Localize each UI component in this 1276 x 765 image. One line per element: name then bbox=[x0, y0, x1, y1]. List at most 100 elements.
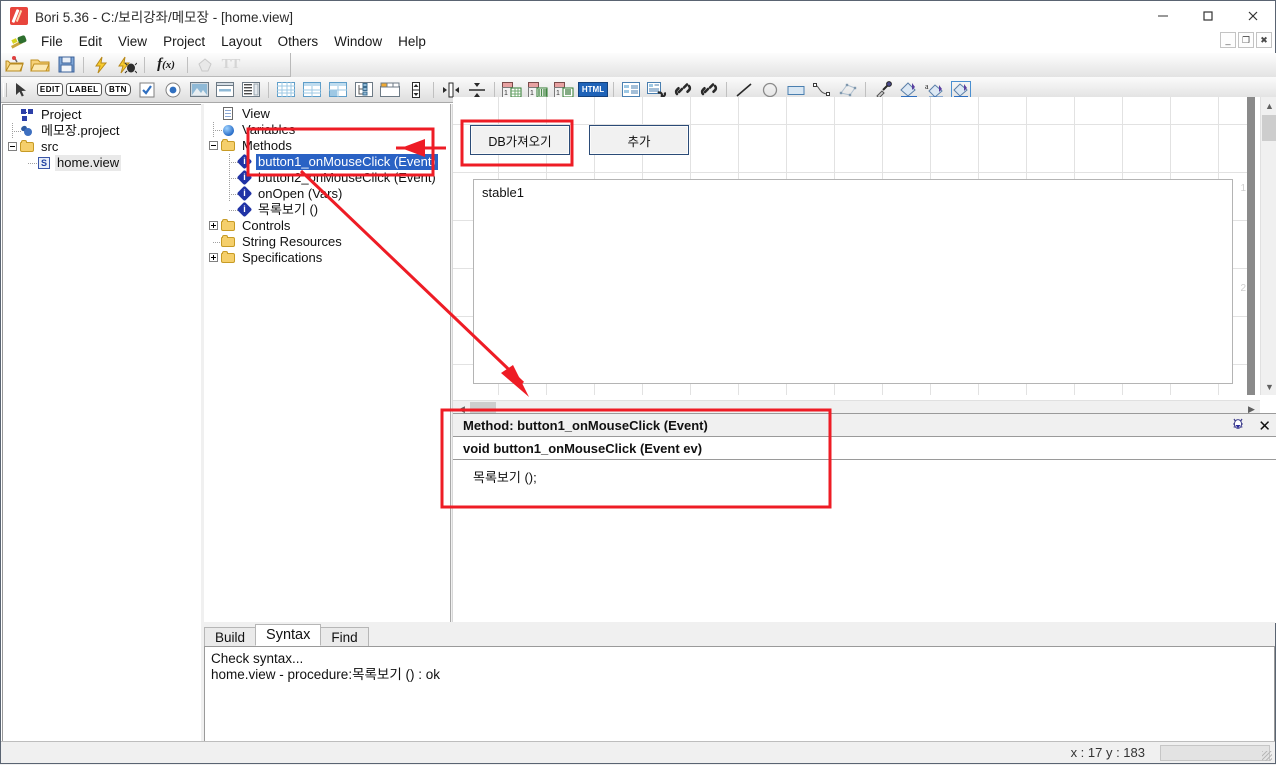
menu-view[interactable]: View bbox=[110, 32, 155, 51]
tree-row-variables[interactable]: Variables bbox=[208, 122, 450, 138]
tree-row-button1-onmouseclick[interactable]: button1_onMouseClick (Event) bbox=[208, 153, 450, 170]
tree-indent bbox=[224, 154, 238, 170]
open-folder-icon[interactable] bbox=[27, 54, 53, 76]
output-text-area[interactable]: Check syntax... home.view - procedure:목록… bbox=[204, 647, 1275, 742]
vscroll-thumb[interactable] bbox=[1262, 115, 1276, 141]
method-icon bbox=[236, 169, 253, 186]
menu-file[interactable]: File bbox=[33, 32, 71, 51]
grid3-widget-icon[interactable] bbox=[325, 79, 351, 101]
tab-find[interactable]: Find bbox=[320, 627, 369, 646]
canvas-vertical-scrollbar[interactable]: ▲ ▼ bbox=[1260, 97, 1276, 395]
minimize-button[interactable] bbox=[1140, 1, 1185, 30]
edit-widget-icon[interactable]: EDIT bbox=[34, 79, 66, 101]
tree-row-specifications[interactable]: Specifications bbox=[208, 250, 450, 266]
tab-syntax[interactable]: Syntax bbox=[255, 624, 322, 646]
bori-menu-icon bbox=[9, 33, 29, 51]
menu-window[interactable]: Window bbox=[326, 32, 390, 51]
mdi-minimize-button[interactable]: _ bbox=[1220, 32, 1236, 48]
method-code-editor[interactable]: 목록보기 (); bbox=[453, 460, 1276, 623]
mdi-restore-button[interactable]: ❐ bbox=[1238, 32, 1254, 48]
view-tree-panel[interactable]: View Variables Methods button1_onMouseCl… bbox=[204, 104, 450, 622]
scroll-down-icon[interactable]: ▼ bbox=[1261, 378, 1276, 395]
tree-expander-src[interactable] bbox=[7, 139, 19, 155]
menu-layout[interactable]: Layout bbox=[213, 32, 270, 51]
svg-text:a: a bbox=[925, 82, 929, 91]
tree-label: onOpen (Vars) bbox=[258, 186, 343, 201]
design-canvas-area[interactable]: DB가져오기 추가 stable1 1 2 ▲ ▼ ◀ ▶ bbox=[453, 97, 1276, 417]
tree-row-memojang-project[interactable]: 메모장.project bbox=[7, 123, 201, 139]
menu-help[interactable]: Help bbox=[390, 32, 434, 51]
pointer-tool-icon[interactable] bbox=[8, 79, 34, 101]
list-widget-icon[interactable] bbox=[238, 79, 264, 101]
run-icon[interactable] bbox=[88, 54, 114, 76]
menu-bar: File Edit View Project Layout Others Win… bbox=[1, 30, 1275, 53]
tree-row-view[interactable]: View bbox=[208, 106, 450, 122]
tree-row-string-resources[interactable]: String Resources bbox=[208, 234, 450, 250]
tree-label: Specifications bbox=[242, 250, 323, 265]
radio-widget-icon[interactable] bbox=[160, 79, 186, 101]
maximize-button[interactable] bbox=[1185, 1, 1230, 30]
tree-label: 메모장.project bbox=[41, 123, 120, 138]
stable1-control[interactable]: stable1 bbox=[473, 179, 1233, 384]
mdi-close-button[interactable]: ✖ bbox=[1256, 32, 1272, 48]
svg-text:1: 1 bbox=[504, 90, 508, 97]
project-tree-panel[interactable]: Project 메모장.project src S home.view bbox=[2, 104, 202, 742]
tree-row-src[interactable]: src bbox=[7, 139, 201, 155]
toolbar-separator bbox=[187, 56, 188, 73]
title-bar: Bori 5.36 - C:/보리강좌/메모장 - [home.view] bbox=[1, 1, 1275, 30]
tree-row-button2-onmouseclick[interactable]: button2_onMouseClick (Event) bbox=[208, 169, 450, 186]
tree-row-project[interactable]: Project bbox=[7, 107, 201, 123]
text-tool-icon: TT bbox=[221, 56, 241, 72]
image-widget-icon[interactable] bbox=[186, 79, 212, 101]
main-toolbar: f(x) TT bbox=[1, 53, 291, 77]
toolbar-separator bbox=[494, 81, 495, 98]
grid2-widget-icon[interactable] bbox=[299, 79, 325, 101]
tab-build[interactable]: Build bbox=[204, 627, 257, 646]
tree-row-moklokbogi[interactable]: 목록보기 () bbox=[208, 201, 450, 218]
bori-app-icon bbox=[10, 6, 28, 25]
tree-expander-specifications[interactable] bbox=[208, 250, 220, 266]
scroll-up-icon[interactable]: ▲ bbox=[1261, 97, 1276, 114]
tree-row-methods[interactable]: Methods bbox=[208, 138, 450, 154]
open-project-icon[interactable] bbox=[1, 54, 27, 76]
debug-icon[interactable] bbox=[114, 54, 140, 76]
design-canvas[interactable]: DB가져오기 추가 stable1 bbox=[453, 97, 1255, 395]
save-icon[interactable] bbox=[53, 54, 79, 76]
tab-widget-icon[interactable] bbox=[377, 79, 403, 101]
tree-expander-controls[interactable] bbox=[208, 218, 220, 234]
spinner-widget-icon[interactable] bbox=[403, 79, 429, 101]
tree-expander-methods[interactable] bbox=[208, 138, 220, 154]
bori-project-icon bbox=[19, 123, 36, 139]
tree-widget-icon[interactable] bbox=[351, 79, 377, 101]
close-button[interactable] bbox=[1230, 1, 1275, 30]
menu-edit[interactable]: Edit bbox=[71, 32, 110, 51]
method-icon bbox=[236, 201, 253, 218]
button-widget-icon[interactable]: BTN bbox=[102, 79, 134, 101]
resize-grip[interactable] bbox=[1262, 751, 1272, 761]
menu-others[interactable]: Others bbox=[270, 32, 327, 51]
tree-row-controls[interactable]: Controls bbox=[208, 218, 450, 234]
ruler-mark-1: 1 bbox=[1240, 183, 1246, 194]
tree-row-home-view[interactable]: S home.view bbox=[7, 155, 201, 171]
function-icon[interactable]: f(x) bbox=[149, 54, 183, 76]
method-icon bbox=[236, 153, 253, 170]
db-import-button[interactable]: DB가져오기 bbox=[470, 125, 570, 155]
checkbox-widget-icon[interactable] bbox=[134, 79, 160, 101]
method-icon bbox=[236, 185, 253, 202]
method-signature-bar: void button1_onMouseClick (Event ev) bbox=[453, 437, 1276, 460]
add-button[interactable]: 추가 bbox=[589, 125, 689, 155]
grid-widget-icon[interactable] bbox=[273, 79, 299, 101]
debug-bug-icon[interactable] bbox=[1230, 416, 1246, 435]
toolbar-grip[interactable] bbox=[1, 81, 8, 99]
method-editor-header: Method: button1_onMouseClick (Event) ✕ bbox=[453, 413, 1276, 437]
menu-project[interactable]: Project bbox=[155, 32, 213, 51]
label-widget-icon[interactable]: LABEL bbox=[66, 79, 102, 101]
toolbar-separator bbox=[613, 81, 614, 98]
tree-indent bbox=[208, 122, 222, 138]
panel-widget-icon[interactable] bbox=[212, 79, 238, 101]
method-editor-panel[interactable]: Method: button1_onMouseClick (Event) ✕ v… bbox=[453, 413, 1276, 623]
window-title: Bori 5.36 - C:/보리강좌/메모장 - [home.view] bbox=[35, 9, 293, 25]
tree-row-onopen[interactable]: onOpen (Vars) bbox=[208, 185, 450, 202]
close-icon[interactable]: ✕ bbox=[1258, 417, 1271, 435]
